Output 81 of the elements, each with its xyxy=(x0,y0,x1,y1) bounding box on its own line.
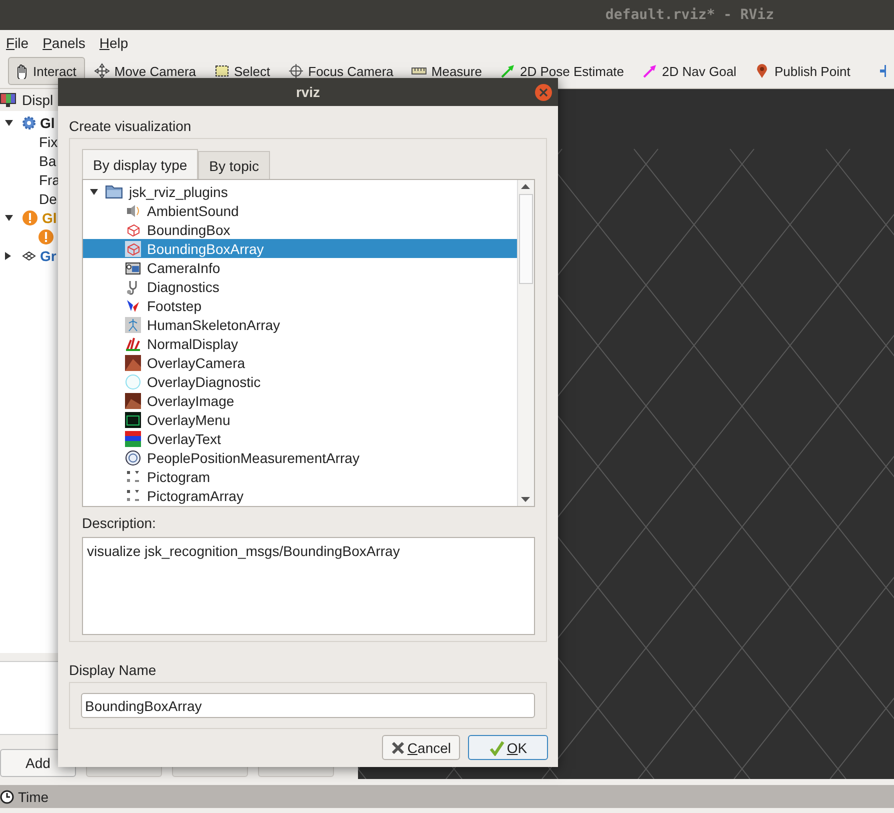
list-item[interactable]: Footstep xyxy=(83,296,517,315)
property-label[interactable]: De xyxy=(0,190,57,206)
close-icon xyxy=(391,740,406,754)
image-icon xyxy=(125,392,141,408)
plus-icon[interactable] xyxy=(879,64,886,78)
checkmark-icon xyxy=(488,740,505,756)
collapse-arrow-icon[interactable] xyxy=(4,214,14,222)
property-label[interactable]: Fix xyxy=(0,134,58,150)
tool-button[interactable]: Measure xyxy=(406,57,491,85)
symbols-icon xyxy=(125,488,141,504)
camera-icon xyxy=(125,260,141,276)
tool-button[interactable]: Focus Camera xyxy=(283,57,402,85)
tool-button[interactable]: Select xyxy=(209,57,280,85)
clock-icon xyxy=(0,790,14,804)
warning-icon xyxy=(22,210,38,226)
image-icon xyxy=(125,354,141,370)
tab[interactable]: By display type xyxy=(82,149,198,179)
field-label: Display Name xyxy=(69,662,158,678)
input-field[interactable]: BoundingBoxArray xyxy=(81,693,535,718)
monitor-icon xyxy=(0,93,16,107)
description-text: visualize jsk_recognition_msgs/BoundingBoxArray xyxy=(82,537,535,635)
symbols-icon xyxy=(125,468,141,484)
menu-item[interactable]: Panels xyxy=(42,35,86,51)
list-item[interactable]: OverlayText xyxy=(83,429,517,448)
tool-button[interactable]: Interact xyxy=(8,57,86,85)
tool-button[interactable]: Publish Point xyxy=(749,57,860,85)
cube-icon xyxy=(125,222,141,238)
target-icon xyxy=(125,450,141,466)
list-item[interactable]: NormalDisplay xyxy=(83,334,517,353)
window-title: default.rviz* - RViz xyxy=(605,7,774,23)
tool-button[interactable]: 2D Nav Goal xyxy=(637,57,746,85)
text-badge-icon xyxy=(125,430,141,446)
tree-item[interactable]: jsk_rviz_plugins xyxy=(129,184,228,200)
gear-icon xyxy=(22,116,36,130)
list-item[interactable]: HumanSkeletonArray xyxy=(83,315,517,334)
tree-item[interactable]: Gl xyxy=(40,114,55,130)
ok-button[interactable]: OK xyxy=(468,735,548,760)
panel-title: Time xyxy=(18,788,49,804)
grid-icon xyxy=(22,250,36,260)
section-heading: Create visualization xyxy=(69,118,192,134)
list-item[interactable]: CameraInfo xyxy=(83,258,517,277)
list-item[interactable]: BoundingBox xyxy=(83,220,517,239)
arrow-icon xyxy=(500,63,516,79)
tool-button[interactable]: Move Camera xyxy=(89,57,205,85)
menu-item[interactable]: Help xyxy=(99,35,128,51)
speaker-icon xyxy=(125,202,141,218)
list-item[interactable]: AmbientSound xyxy=(83,201,517,220)
panel-title: Displ xyxy=(22,92,54,108)
field-label: Description: xyxy=(82,515,157,531)
warning-icon xyxy=(38,228,54,244)
list-item[interactable]: PeoplePositionMeasurementArray xyxy=(83,448,517,467)
cube-icon xyxy=(125,240,141,256)
menu-item[interactable]: File xyxy=(6,35,29,51)
list-item[interactable]: OverlayCamera xyxy=(83,353,517,372)
property-label[interactable]: Ba xyxy=(0,152,56,168)
footprint-icon xyxy=(125,298,141,314)
arrow-icon xyxy=(642,63,658,79)
crosshair-icon xyxy=(288,63,304,79)
scrollbar-thumb[interactable] xyxy=(519,194,533,284)
tool-button[interactable]: 2D Pose Estimate xyxy=(494,57,634,85)
list-item[interactable]: PictogramArray xyxy=(83,486,517,505)
dialog-title: rviz xyxy=(296,84,320,100)
close-button[interactable] xyxy=(535,84,552,101)
arrows-icon xyxy=(125,336,141,352)
collapse-arrow-icon[interactable] xyxy=(4,118,14,126)
list-item[interactable]: BoundingBoxArray xyxy=(83,239,517,258)
collapse-arrow-icon[interactable] xyxy=(89,188,99,196)
skeleton-icon xyxy=(125,316,141,332)
list-item[interactable]: Diagnostics xyxy=(83,277,517,296)
close-icon xyxy=(539,88,548,97)
screen-icon xyxy=(125,412,141,428)
tab[interactable]: By topic xyxy=(198,151,270,179)
folder-icon xyxy=(105,184,123,199)
list-item[interactable]: OverlayImage xyxy=(83,391,517,410)
cancel-button[interactable]: Cancel xyxy=(382,735,460,760)
tree-item[interactable]: Gr xyxy=(40,248,56,264)
circle-icon xyxy=(125,374,141,390)
list-item[interactable]: OverlayMenu xyxy=(83,410,517,429)
list-item[interactable]: Pictogram xyxy=(83,467,517,486)
list-item[interactable]: OverlayDiagnostic xyxy=(83,372,517,391)
expand-arrow-icon[interactable] xyxy=(4,250,12,260)
